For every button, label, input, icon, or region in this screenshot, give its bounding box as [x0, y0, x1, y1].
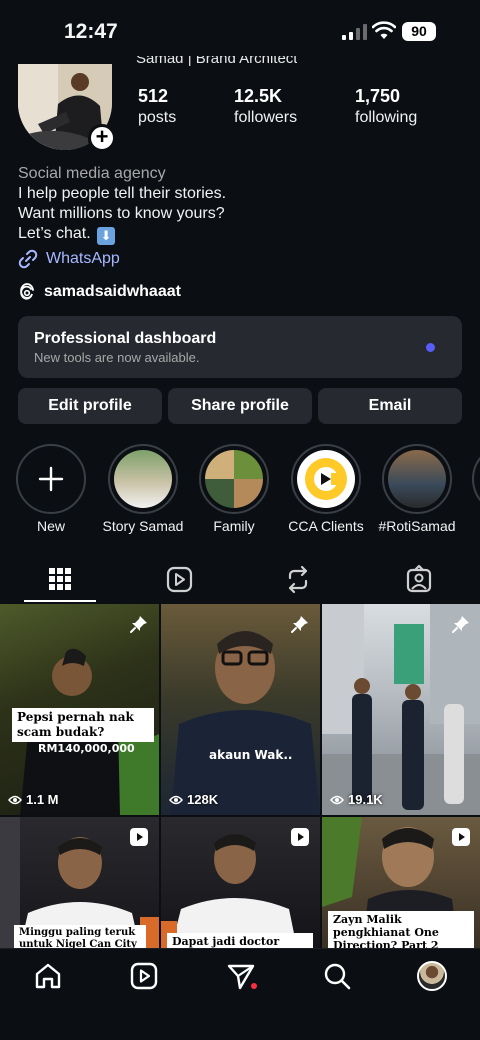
posts-stat[interactable]: 512 posts	[138, 86, 176, 127]
status-time: 12:47	[64, 20, 118, 43]
view-count: 19.1K	[330, 792, 383, 807]
threads-handle: samadsaidwhaaat	[44, 283, 181, 300]
grid-post[interactable]: Zayn Malik pengkhianat One Direction? Pa…	[322, 817, 480, 948]
following-label: following	[355, 109, 418, 126]
reel-icon	[130, 828, 148, 846]
down-arrow-emoji: ⬇	[97, 227, 116, 245]
followers-label: followers	[234, 109, 298, 126]
notification-dot	[251, 983, 257, 989]
bio-line: Want millions to know yours?	[18, 205, 225, 222]
profile-avatar-tab[interactable]	[417, 961, 447, 991]
home-icon[interactable]	[33, 961, 63, 991]
pin-icon	[452, 616, 469, 633]
pin-icon	[291, 616, 308, 633]
following-stat[interactable]: 1,750 following	[355, 86, 417, 127]
highlight-cover	[205, 450, 263, 508]
followers-count: 12.5K	[234, 86, 283, 106]
posts-label: posts	[138, 109, 177, 126]
dashboard-subtitle: New tools are now available.	[34, 350, 200, 365]
post-caption: Minggu paling teruk untuk Nigel Can City	[14, 925, 146, 948]
grid-post[interactable]: Minggu paling teruk untuk Nigel Can City	[0, 817, 159, 948]
reels-icon[interactable]	[129, 961, 159, 991]
bottom-nav	[0, 948, 480, 1040]
grid-post[interactable]: Dapat jadi doctor sebab	[161, 817, 320, 948]
highlight-cover	[114, 450, 172, 508]
search-icon[interactable]	[322, 961, 352, 991]
highlight-rotisamad[interactable]: #RotiSamad	[378, 444, 456, 534]
highlight-label: New	[36, 518, 65, 534]
highlight-cover	[388, 450, 446, 508]
post-caption: Zayn Malik pengkhianat One Direction? Pa…	[328, 911, 474, 948]
post-caption: Pepsi pernah nak scam budak?	[12, 708, 154, 742]
profile-category: Social media agency	[18, 165, 166, 182]
eye-icon	[330, 795, 344, 804]
dashboard-title: Professional dashboard	[34, 330, 217, 347]
eye-icon	[8, 795, 22, 804]
whatsapp-link[interactable]: WhatsApp	[18, 249, 120, 269]
highlight-story-samad[interactable]: Story Samad	[103, 444, 183, 534]
highlight-label: CCA Clients	[288, 518, 364, 534]
view-count: 128K	[169, 792, 218, 807]
new-indicator-dot	[426, 343, 435, 352]
eye-icon	[169, 795, 183, 804]
wifi-icon	[372, 21, 396, 39]
grid-post[interactable]: Pepsi pernah nak scam budak? RM140,000,0…	[0, 604, 159, 815]
reel-icon	[291, 828, 309, 846]
post-caption: akaun Wak..	[209, 748, 293, 762]
pin-icon	[130, 616, 147, 633]
threads-icon	[20, 283, 34, 300]
view-count: 1.1 M	[8, 792, 59, 807]
highlight-partial[interactable]	[472, 444, 480, 514]
following-count: 1,750	[355, 86, 401, 106]
battery-icon: 90	[402, 22, 436, 41]
post-overlay-text: RM140,000,000	[38, 742, 135, 755]
grid-post[interactable]: akaun Wak.. 128K	[161, 604, 320, 815]
email-button[interactable]: Email	[318, 388, 462, 424]
reposts-tab-icon[interactable]	[278, 560, 318, 600]
reels-tab-icon[interactable]	[159, 560, 199, 600]
highlight-label: Story Samad	[102, 518, 184, 534]
reel-icon	[452, 828, 470, 846]
tagged-tab-icon[interactable]	[399, 560, 439, 600]
bio-line: I help people tell their stories.	[18, 185, 227, 202]
post-caption: Dapat jadi doctor sebab	[167, 933, 313, 948]
threads-link[interactable]: samadsaidwhaaat	[18, 283, 181, 301]
followers-stat[interactable]: 12.5K followers	[234, 86, 297, 127]
share-profile-button[interactable]: Share profile	[168, 388, 312, 424]
active-tab-indicator	[24, 600, 96, 602]
whatsapp-link-label: WhatsApp	[46, 250, 120, 267]
link-icon	[18, 249, 38, 269]
post-thumbnail	[171, 631, 320, 815]
cellular-signal-icon	[342, 24, 367, 40]
bio-line: Let’s chat. ⬇	[18, 224, 226, 245]
professional-dashboard[interactable]: Professional dashboard New tools are now…	[18, 316, 462, 378]
posts-count: 512	[138, 86, 169, 106]
profile-bio: Social media agency I help people tell t…	[18, 164, 226, 245]
highlight-family[interactable]: Family	[198, 444, 270, 534]
status-bar: 12:47 90	[0, 0, 480, 64]
profile-name: Samad | Brand Architect	[136, 56, 298, 67]
plus-icon	[38, 466, 64, 492]
highlight-label: #RotiSamad	[378, 518, 456, 534]
grid-post[interactable]: 19.1K	[322, 604, 480, 815]
highlight-cca-clients[interactable]: CCA Clients	[288, 444, 364, 534]
cca-logo-icon	[305, 458, 347, 500]
add-story-button[interactable]: +	[88, 124, 116, 152]
highlight-label: Family	[213, 518, 255, 534]
edit-profile-button[interactable]: Edit profile	[18, 388, 162, 424]
post-thumbnail	[322, 604, 480, 815]
grid-tab-icon[interactable]	[40, 560, 80, 600]
highlight-new[interactable]: New	[15, 444, 87, 534]
